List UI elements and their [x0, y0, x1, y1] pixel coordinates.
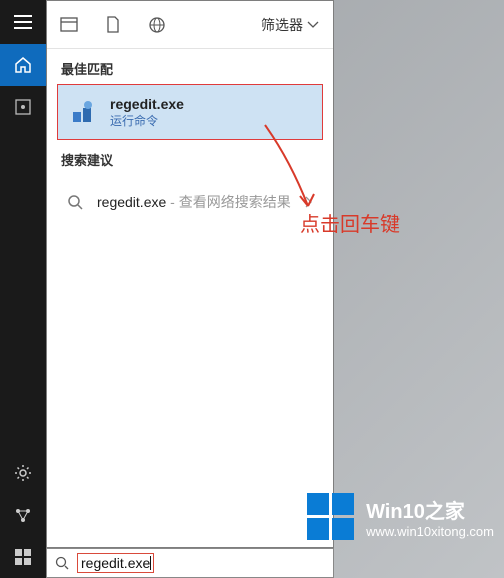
- document-icon: [106, 16, 120, 34]
- search-input[interactable]: regedit.exe: [77, 553, 154, 573]
- sidebar-spacer: [0, 128, 46, 452]
- suggestions-label: 搜索建议: [47, 140, 333, 175]
- filter-label: 筛选器: [261, 15, 303, 35]
- start-sidebar: [0, 0, 46, 578]
- sidebar-item-task[interactable]: [0, 86, 46, 128]
- text-caret: [150, 556, 151, 570]
- tab-web[interactable]: [135, 1, 179, 49]
- sidebar-item-network[interactable]: [0, 494, 46, 536]
- chevron-down-icon: [307, 21, 319, 29]
- search-value: regedit.exe: [81, 555, 150, 571]
- globe-icon: [148, 16, 166, 34]
- search-icon: [55, 556, 69, 570]
- search-icon: [67, 194, 83, 210]
- regedit-icon: [70, 98, 98, 126]
- best-match-subtitle: 运行命令: [110, 112, 184, 129]
- filter-dropdown[interactable]: 筛选器: [261, 15, 333, 35]
- tab-documents[interactable]: [91, 1, 135, 49]
- suggestion-text: regedit.exe - 查看网络搜索结果: [97, 192, 291, 212]
- best-match-title: regedit.exe: [110, 96, 184, 112]
- windows-icon: [15, 549, 31, 565]
- tab-all[interactable]: [47, 1, 91, 49]
- home-icon: [14, 56, 32, 74]
- window-icon: [60, 17, 78, 33]
- search-results-panel: 筛选器 最佳匹配 regedit.exe 运行命令 搜索建议: [46, 0, 334, 548]
- gear-icon: [14, 464, 32, 482]
- chevron-right-icon: [305, 196, 313, 208]
- task-icon: [15, 99, 31, 115]
- suggestion-item[interactable]: regedit.exe - 查看网络搜索结果: [57, 179, 323, 225]
- panel-header: 筛选器: [47, 1, 333, 49]
- hamburger-button[interactable]: [0, 0, 46, 44]
- search-bar[interactable]: regedit.exe: [46, 548, 334, 578]
- best-match-item[interactable]: regedit.exe 运行命令: [57, 84, 323, 140]
- best-match-text: regedit.exe 运行命令: [110, 96, 184, 129]
- sidebar-item-settings[interactable]: [0, 452, 46, 494]
- sidebar-item-home[interactable]: [0, 44, 46, 86]
- network-icon: [14, 506, 32, 524]
- sidebar-item-start[interactable]: [0, 536, 46, 578]
- best-match-label: 最佳匹配: [47, 49, 333, 84]
- hamburger-icon: [14, 15, 32, 29]
